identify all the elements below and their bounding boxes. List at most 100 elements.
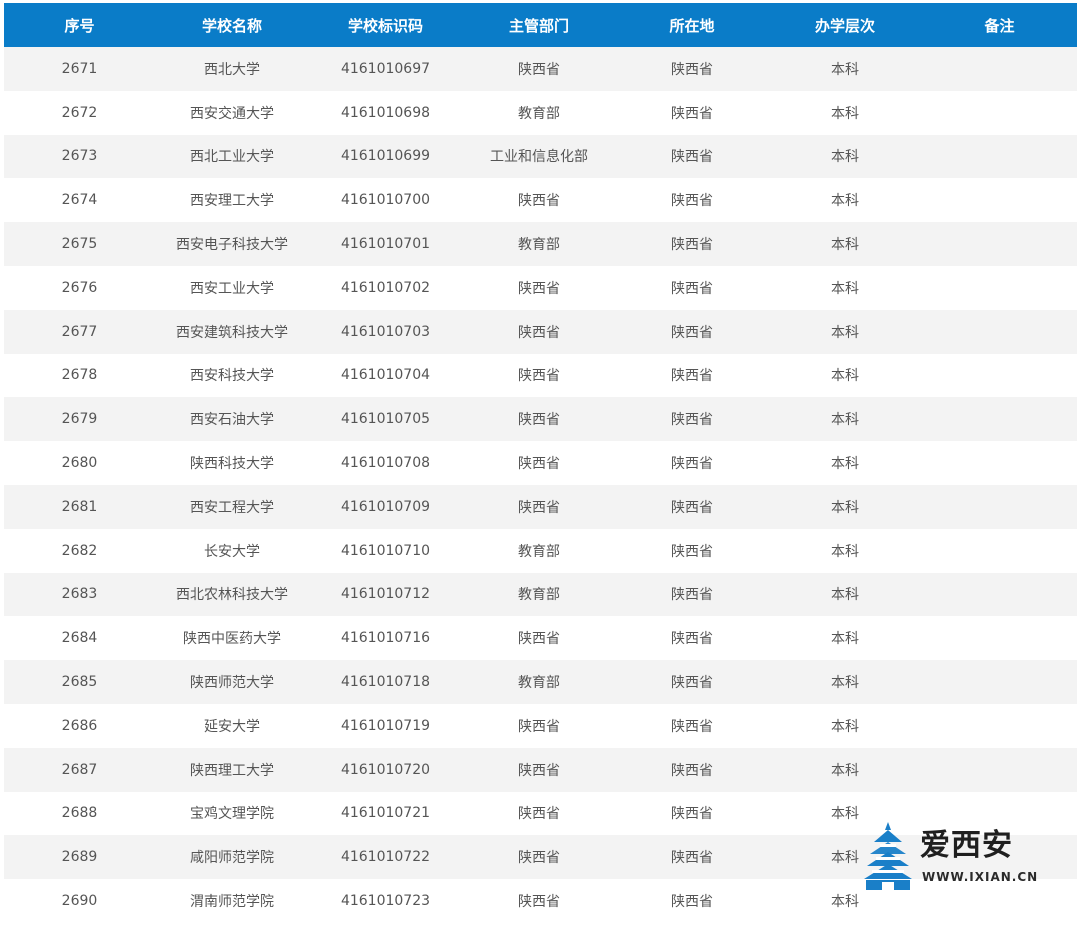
cell-department: 教育部 — [518, 587, 560, 604]
cell-school-code: 4161010712 — [340, 586, 431, 603]
table-row: 2678 西安科技大学 4161010704 陕西省 陕西省 本科 — [4, 353, 1077, 398]
cell-level: 本科 — [831, 412, 859, 429]
cell-remarks — [922, 441, 1077, 485]
cell-school-code: 4161010722 — [340, 849, 431, 866]
cell-level: 本科 — [831, 193, 859, 210]
cell-location: 陕西省 — [671, 149, 713, 166]
cell-school-code: 4161010708 — [340, 455, 431, 472]
cell-department: 陕西省 — [518, 456, 560, 473]
cell-remarks — [922, 135, 1077, 179]
cell-department: 教育部 — [518, 543, 560, 560]
table-row: 2677 西安建筑科技大学 4161010703 陕西省 陕西省 本科 — [4, 309, 1077, 354]
cell-remarks — [922, 310, 1077, 354]
cell-index: 2674 — [61, 192, 98, 209]
table-row: 2683 西北农林科技大学 4161010712 教育部 陕西省 本科 — [4, 572, 1077, 617]
table-row: 2675 西安电子科技大学 4161010701 教育部 陕西省 本科 — [4, 222, 1077, 266]
cell-level: 本科 — [831, 280, 859, 297]
cell-index: 2677 — [61, 323, 98, 340]
cell-school-name: 陕西科技大学 — [190, 456, 274, 473]
cell-school-code: 4161010701 — [340, 236, 431, 253]
watermark-url: WWW.IXIAN.CN — [922, 870, 1039, 884]
cell-location: 陕西省 — [671, 718, 713, 735]
watermark-brand-name: 爱西安 — [920, 828, 1013, 863]
cell-school-name: 陕西理工大学 — [190, 762, 274, 779]
school-list-table-container: 序号 学校名称 学校标识码 主管部门 所在地 办学层次 备注 2671 西北大学 4161010… — [4, 3, 1077, 923]
cell-index: 2689 — [61, 849, 98, 866]
cell-school-code: 4161010699 — [340, 148, 431, 165]
table-row: 2671 西北大学 4161010697 陕西省 陕西省 本科 — [4, 47, 1077, 91]
cell-school-code: 4161010716 — [340, 630, 431, 647]
cell-location: 陕西省 — [671, 762, 713, 779]
cell-department: 陕西省 — [518, 499, 560, 516]
site-watermark: 爱西安 WWW.IXIAN.CN — [862, 822, 1058, 894]
cell-index: 2686 — [61, 717, 98, 734]
cell-school-name: 西北农林科技大学 — [176, 587, 288, 604]
cell-location: 陕西省 — [671, 105, 713, 122]
cell-school-name: 咸阳师范学院 — [190, 850, 274, 867]
cell-department: 教育部 — [518, 237, 560, 254]
cell-school-code: 4161010709 — [340, 498, 431, 515]
cell-school-code: 4161010705 — [340, 411, 431, 428]
cell-school-code: 4161010704 — [340, 367, 431, 384]
col-header-remarks: 备注 — [984, 16, 1015, 35]
table-row: 2681 西安工程大学 4161010709 陕西省 陕西省 本科 — [4, 484, 1077, 529]
cell-department: 陕西省 — [518, 806, 560, 823]
cell-remarks — [922, 354, 1077, 398]
cell-index: 2676 — [61, 279, 98, 296]
table-header: 序号 学校名称 学校标识码 主管部门 所在地 办学层次 备注 — [4, 3, 1077, 47]
cell-school-code: 4161010710 — [340, 542, 431, 559]
cell-school-name: 长安大学 — [204, 543, 260, 560]
school-list-table: 序号 学校名称 学校标识码 主管部门 所在地 办学层次 备注 2671 西北大学 4161010… — [4, 3, 1077, 923]
cell-location: 陕西省 — [671, 806, 713, 823]
table-row: 2672 西安交通大学 4161010698 教育部 陕西省 本科 — [4, 90, 1077, 135]
cell-index: 2672 — [61, 104, 98, 121]
cell-remarks — [922, 266, 1077, 310]
cell-location: 陕西省 — [671, 499, 713, 516]
cell-location: 陕西省 — [671, 368, 713, 385]
cell-department: 陕西省 — [518, 718, 560, 735]
cell-index: 2683 — [61, 586, 98, 603]
cell-department: 陕西省 — [518, 280, 560, 297]
cell-location: 陕西省 — [671, 193, 713, 210]
cell-school-name: 西安工程大学 — [190, 499, 274, 516]
cell-index: 2673 — [61, 148, 98, 165]
cell-school-name: 西安交通大学 — [190, 105, 274, 122]
cell-level: 本科 — [831, 718, 859, 735]
cell-school-name: 西安建筑科技大学 — [176, 324, 288, 341]
cell-school-code: 4161010697 — [340, 60, 431, 77]
cell-location: 陕西省 — [671, 850, 713, 867]
cell-school-name: 延安大学 — [204, 718, 260, 735]
col-header-index: 序号 — [64, 16, 95, 35]
cell-location: 陕西省 — [671, 587, 713, 604]
col-header-location: 所在地 — [669, 16, 715, 35]
cell-school-code: 4161010723 — [340, 893, 431, 910]
cell-level: 本科 — [831, 368, 859, 385]
cell-school-code: 4161010721 — [340, 805, 431, 822]
cell-remarks — [922, 47, 1077, 91]
col-header-department: 主管部门 — [508, 16, 569, 35]
cell-level: 本科 — [831, 105, 859, 122]
cell-remarks — [922, 748, 1077, 792]
table-row: 2673 西北工业大学 4161010699 工业和信息化部 陕西省 本科 — [4, 134, 1077, 179]
cell-school-code: 4161010719 — [340, 717, 431, 734]
cell-index: 2684 — [61, 630, 98, 647]
table-row: 2687 陕西理工大学 4161010720 陕西省 陕西省 本科 — [4, 747, 1077, 792]
table-row: 2685 陕西师范大学 4161010718 教育部 陕西省 本科 — [4, 660, 1077, 704]
cell-remarks — [922, 397, 1077, 441]
cell-location: 陕西省 — [671, 412, 713, 429]
cell-remarks — [922, 91, 1077, 135]
cell-department: 陕西省 — [518, 412, 560, 429]
cell-remarks — [922, 222, 1077, 266]
cell-school-name: 西北工业大学 — [190, 149, 274, 166]
cell-school-name: 渭南师范学院 — [190, 894, 274, 911]
cell-index: 2681 — [61, 498, 98, 515]
cell-school-name: 西北大学 — [204, 61, 260, 78]
cell-level: 本科 — [831, 456, 859, 473]
cell-remarks — [922, 660, 1077, 704]
cell-school-name: 宝鸡文理学院 — [190, 806, 274, 823]
cell-department: 陕西省 — [518, 193, 560, 210]
cell-level: 本科 — [831, 324, 859, 341]
cell-school-code: 4161010718 — [340, 674, 431, 691]
col-header-level: 办学层次 — [814, 16, 875, 35]
cell-location: 陕西省 — [671, 280, 713, 297]
